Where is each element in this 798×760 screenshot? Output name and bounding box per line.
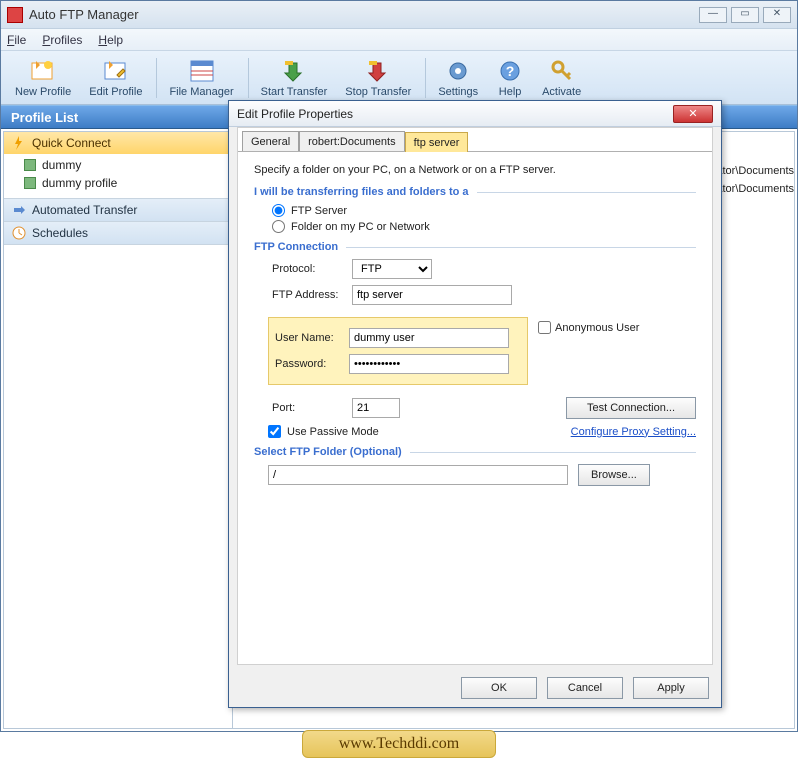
panel-title: Profile List xyxy=(11,110,78,125)
activate-button[interactable]: Activate xyxy=(534,54,589,102)
stop-transfer-button[interactable]: Stop Transfer xyxy=(337,54,419,102)
test-connection-button[interactable]: Test Connection... xyxy=(566,397,696,419)
toolbar: New Profile Edit Profile File Manager St… xyxy=(1,51,797,105)
edit-profile-button[interactable]: Edit Profile xyxy=(81,54,150,102)
titlebar: Auto FTP Manager — ▭ ✕ xyxy=(1,1,797,29)
instruction-text: Specify a folder on your PC, on a Networ… xyxy=(254,164,696,176)
minimize-button[interactable]: — xyxy=(699,7,727,23)
file-manager-button[interactable]: File Manager xyxy=(161,54,241,102)
app-title: Auto FTP Manager xyxy=(29,7,695,22)
app-icon xyxy=(7,7,23,23)
protocol-label: Protocol: xyxy=(272,263,352,275)
clock-icon xyxy=(12,226,26,240)
apply-button[interactable]: Apply xyxy=(633,677,709,699)
profile-item-dummy[interactable]: dummy xyxy=(4,156,232,174)
watermark: www.Techddi.com xyxy=(302,730,496,758)
tab-general[interactable]: General xyxy=(242,131,299,151)
radio-local-folder-label: Folder on my PC or Network xyxy=(291,221,430,233)
stop-transfer-icon xyxy=(364,58,392,84)
radio-local-folder[interactable] xyxy=(272,220,285,233)
start-transfer-button[interactable]: Start Transfer xyxy=(253,54,336,102)
toolbar-separator xyxy=(248,58,249,98)
settings-button[interactable]: Settings xyxy=(430,54,486,102)
dialog-title: Edit Profile Properties xyxy=(237,107,673,121)
toolbar-separator xyxy=(425,58,426,98)
tab-content: Specify a folder on your PC, on a Networ… xyxy=(238,152,712,504)
username-label: User Name: xyxy=(275,332,349,344)
edit-profile-dialog: Edit Profile Properties ✕ General robert… xyxy=(228,100,722,708)
file-manager-icon xyxy=(188,58,216,84)
automated-transfer-header[interactable]: Automated Transfer xyxy=(4,199,232,221)
protocol-select[interactable]: FTP xyxy=(352,259,432,279)
maximize-button[interactable]: ▭ xyxy=(731,7,759,23)
group-select-folder: Select FTP Folder (Optional) xyxy=(254,446,696,458)
ftp-address-input[interactable] xyxy=(352,285,512,305)
passive-mode-label: Use Passive Mode xyxy=(287,426,379,438)
anonymous-checkbox[interactable] xyxy=(538,321,551,334)
watermark-bar: www.Techddi.com xyxy=(0,728,798,760)
close-button[interactable]: ✕ xyxy=(763,7,791,23)
profile-icon xyxy=(24,177,36,189)
passive-mode-checkbox[interactable] xyxy=(268,425,281,438)
schedules-header[interactable]: Schedules xyxy=(4,222,232,244)
tab-ftp-server[interactable]: ftp server xyxy=(405,132,469,152)
credentials-box: User Name: Password: xyxy=(268,317,528,385)
dialog-titlebar: Edit Profile Properties ✕ xyxy=(229,101,721,127)
username-input[interactable] xyxy=(349,328,509,348)
new-profile-icon xyxy=(29,58,57,84)
lightning-icon xyxy=(12,136,26,150)
help-icon: ? xyxy=(496,58,524,84)
menubar: File Profiles Help xyxy=(1,29,797,51)
password-input[interactable] xyxy=(349,354,509,374)
browse-button[interactable]: Browse... xyxy=(578,464,650,486)
gear-icon xyxy=(444,58,472,84)
anonymous-label: Anonymous User xyxy=(555,322,639,334)
help-button[interactable]: ? Help xyxy=(488,54,532,102)
ok-button[interactable]: OK xyxy=(461,677,537,699)
tabstrip: General robert:Documents ftp server xyxy=(238,128,712,152)
dialog-close-button[interactable]: ✕ xyxy=(673,105,713,123)
configure-proxy-link[interactable]: Configure Proxy Setting... xyxy=(571,426,696,438)
dialog-buttons: OK Cancel Apply xyxy=(451,677,709,699)
quick-connect-header[interactable]: Quick Connect xyxy=(4,132,232,154)
port-label: Port: xyxy=(272,402,352,414)
profile-icon xyxy=(24,159,36,171)
key-icon xyxy=(548,58,576,84)
radio-ftp-server-label: FTP Server xyxy=(291,205,347,217)
cancel-button[interactable]: Cancel xyxy=(547,677,623,699)
port-input[interactable] xyxy=(352,398,400,418)
edit-profile-icon xyxy=(102,58,130,84)
svg-text:?: ? xyxy=(506,63,515,79)
ftp-address-label: FTP Address: xyxy=(272,289,352,301)
profile-item-dummy-profile[interactable]: dummy profile xyxy=(4,174,232,192)
group-transfer-target: I will be transferring files and folders… xyxy=(254,186,696,198)
password-label: Password: xyxy=(275,358,349,370)
sidebar: Quick Connect dummy dummy profile A xyxy=(3,131,233,729)
group-ftp-connection: FTP Connection xyxy=(254,241,696,253)
radio-ftp-server[interactable] xyxy=(272,204,285,217)
menu-profiles[interactable]: Profiles xyxy=(42,33,82,47)
menu-file[interactable]: File xyxy=(7,33,26,47)
new-profile-button[interactable]: New Profile xyxy=(7,54,79,102)
toolbar-separator xyxy=(156,58,157,98)
start-transfer-icon xyxy=(280,58,308,84)
tab-robert-documents[interactable]: robert:Documents xyxy=(299,131,404,151)
menu-help[interactable]: Help xyxy=(98,33,123,47)
transfer-icon xyxy=(12,203,26,217)
ftp-folder-input[interactable] xyxy=(268,465,568,485)
